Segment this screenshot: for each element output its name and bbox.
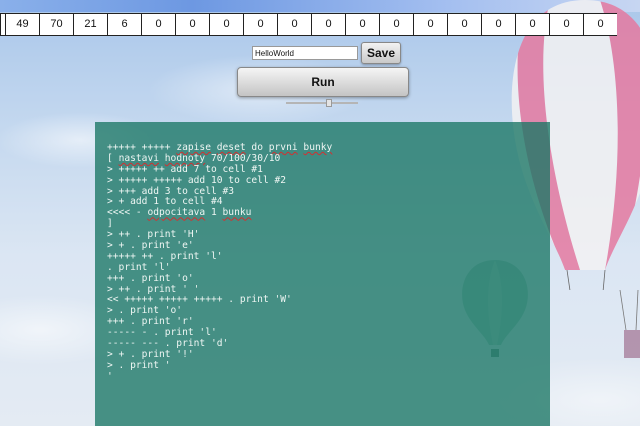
memory-cell: 0	[243, 14, 277, 35]
memory-cell: 70	[39, 14, 73, 35]
balloon-basket-image	[619, 290, 640, 358]
code-text: '	[107, 370, 113, 382]
code-text: > + . print 'e'	[107, 240, 194, 252]
misspelled-word: bunky	[303, 142, 333, 153]
code-text: +++++ ++ . print 'l'	[107, 250, 223, 262]
memory-cell: 6	[107, 14, 141, 35]
code-text: [	[107, 152, 119, 164]
code-text: +++++ +++++	[107, 142, 177, 153]
memory-cell: 0	[515, 14, 549, 35]
memory-cell: 0	[481, 14, 515, 35]
slider-thumb[interactable]	[326, 99, 332, 107]
memory-cell: 0	[549, 14, 583, 35]
misspelled-word: prvni	[268, 142, 298, 153]
code-text: > +++++ ++ add 7 to cell #1	[107, 163, 263, 175]
memory-cell: 0	[175, 14, 209, 35]
misspelled-word: hodnoty	[164, 152, 206, 164]
memory-tape: 49 70 21 6 0 0 0 0 0 0 0 0 0 0 0 0 0 0	[0, 13, 617, 36]
memory-cell: 0	[413, 14, 447, 35]
run-button[interactable]: Run	[237, 67, 409, 97]
code-text: . print 'l'	[107, 261, 171, 273]
code-text: ----- - . print 'l'	[107, 327, 217, 339]
memory-cell: 0	[277, 14, 311, 35]
memory-cell: 49	[5, 14, 39, 35]
code-line: > . print '	[107, 359, 538, 372]
code-text: 70/100/30/10	[205, 152, 281, 164]
code-text: > + . print '!'	[107, 348, 194, 360]
code-text: > + add 1 to cell #4	[107, 196, 223, 208]
code-text: 1	[205, 207, 223, 219]
memory-cell: 0	[447, 14, 481, 35]
text-input-field[interactable]	[252, 46, 358, 60]
misspelled-word: nastavi	[118, 152, 159, 164]
code-text: +++ . print 'o'	[107, 272, 194, 284]
code-text: ----- --- . print 'd'	[107, 338, 229, 350]
save-button[interactable]: Save	[361, 42, 401, 64]
misspelled-word: odpocitava	[147, 207, 206, 219]
slider-track	[286, 102, 358, 104]
code-text: ]	[107, 218, 113, 230]
memory-cell: 21	[73, 14, 107, 35]
misspelled-word: zapise	[176, 142, 211, 153]
code-text: > ++ . print ' '	[107, 283, 200, 295]
code-text: > . print 'o'	[107, 305, 183, 317]
memory-cell: 0	[345, 14, 379, 35]
memory-cell: 0	[379, 14, 413, 35]
code-line: '	[107, 370, 538, 383]
code-text: > . print '	[107, 359, 171, 371]
code-text: > +++++ +++++ add 10 to cell #2	[107, 174, 287, 186]
speed-slider[interactable]	[286, 99, 358, 107]
memory-cell: 0	[583, 14, 617, 35]
code-text: do	[245, 142, 269, 153]
code-text: << +++++ +++++ +++++ . print 'W'	[107, 294, 292, 306]
code-text: <<<< -	[107, 207, 148, 219]
misspelled-word: deset	[216, 142, 246, 153]
input-row: Save	[252, 42, 401, 64]
code-text: > +++ add 3 to cell #3	[107, 185, 235, 197]
code-line: > + . print '!'	[107, 348, 538, 361]
code-line: +++++ ++ . print 'l'	[107, 250, 538, 263]
misspelled-word: bunku	[222, 207, 252, 219]
memory-cell: 0	[209, 14, 243, 35]
memory-cell: 0	[141, 14, 175, 35]
code-editor[interactable]: +++++ +++++ zapise deset do prvni bunky […	[95, 122, 550, 426]
memory-cell: 0	[311, 14, 345, 35]
code-text: > ++ . print 'H'	[107, 229, 200, 241]
code-line: <<<< - odpocitava 1 bunku	[107, 207, 538, 219]
code-text: +++ . print 'r'	[107, 316, 194, 328]
